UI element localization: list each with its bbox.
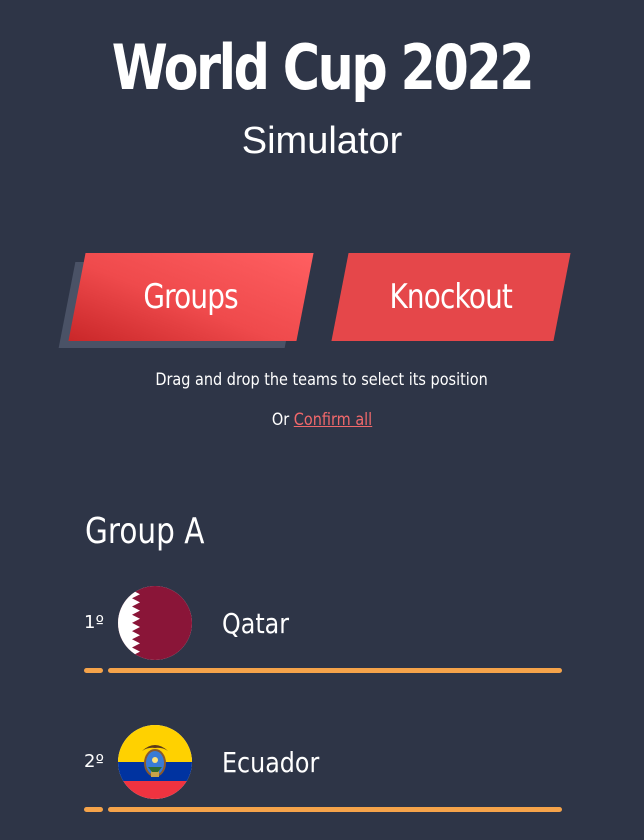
app-title: World Cup 2022 (111, 31, 535, 104)
ecuador-flag-icon (118, 725, 192, 799)
team-name: Ecuador (222, 746, 320, 779)
team-divider (108, 807, 562, 812)
confirm-all-link[interactable]: Confirm all (294, 410, 372, 430)
confirm-prefix: Or (271, 410, 290, 430)
team-row-qatar[interactable]: 1º Qatar (84, 586, 564, 676)
drag-instructions-text: Drag and drop the teams to select its po… (155, 370, 489, 390)
team-row-ecuador[interactable]: 2º Ecuador (84, 725, 564, 815)
qatar-flag-icon (118, 586, 192, 660)
tab-knockout[interactable]: Knockout (331, 253, 571, 341)
position-divider (84, 807, 103, 812)
drag-instructions: Drag and drop the teams to select its po… (0, 368, 644, 392)
tab-groups-label: Groups (143, 277, 239, 317)
team-position: 2º (84, 751, 104, 772)
app-subtitle: Simulator (241, 120, 403, 162)
confirm-all-line: Or Confirm all (0, 408, 644, 432)
team-divider (108, 668, 562, 673)
team-position: 1º (84, 612, 104, 633)
tab-knockout-label: Knockout (389, 277, 513, 317)
tab-groups[interactable]: Groups (68, 253, 314, 341)
group-title: Group A (85, 511, 205, 552)
position-divider (84, 668, 103, 673)
team-name: Qatar (222, 607, 290, 640)
simulator-page: World Cup 2022 Simulator Groups Knockout… (0, 0, 644, 840)
